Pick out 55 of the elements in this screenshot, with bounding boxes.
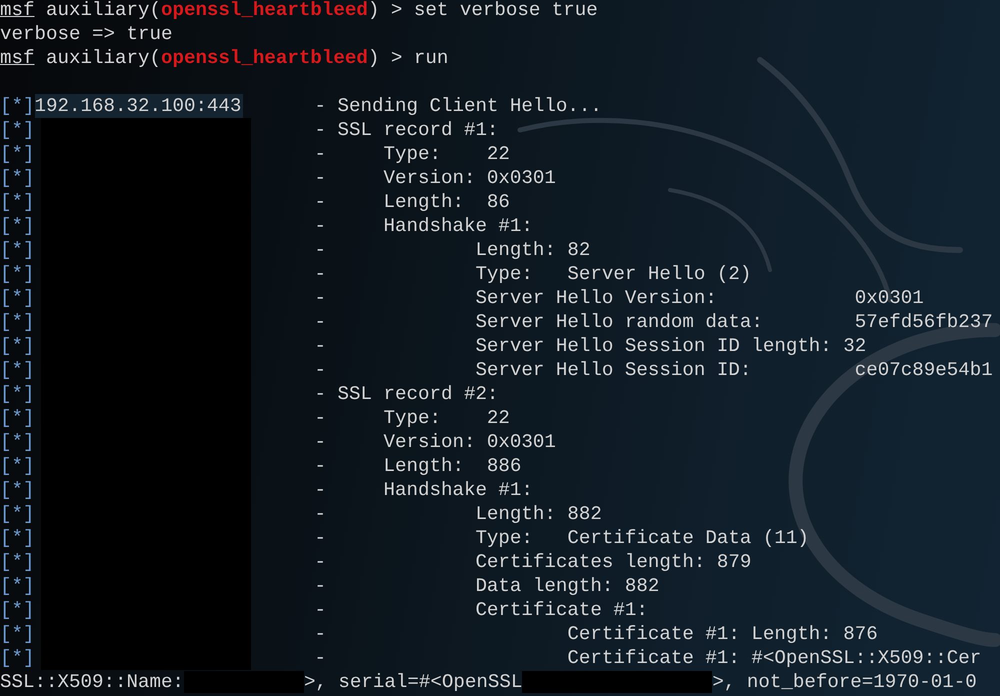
log-message: - Certificate #1: Length: 876 (314, 622, 878, 646)
log-message: - Length: 886 (314, 454, 522, 478)
log-message: - Type: Server Hello (2) (314, 262, 752, 286)
status-marker: [*] (0, 262, 34, 286)
log-message: - Certificate #1: #<OpenSSL::X509::Cer (314, 646, 982, 670)
status-marker: [*] (0, 622, 34, 646)
status-marker: [*] (0, 118, 34, 142)
host-address: 192.168.32.100:443 (34, 94, 244, 118)
status-marker: [*] (0, 574, 34, 598)
status-marker: [*] (0, 142, 34, 166)
prompt-line: msf auxiliary(openssl_heartbleed) > run (0, 46, 448, 70)
status-marker: [*] (0, 550, 34, 574)
log-message: - Server Hello random data: 57efd56fb237 (314, 310, 993, 334)
status-marker: [*] (0, 310, 34, 334)
prompt-line: msf auxiliary(openssl_heartbleed) > set verbose true (0, 0, 598, 22)
output-text: SSL::X509::Name: (0, 670, 184, 694)
log-message: - Handshake #1: (314, 478, 533, 502)
log-message: - Certificates length: 879 (314, 550, 752, 574)
log-message: - Length: 882 (314, 502, 602, 526)
status-marker: [*] (0, 214, 34, 238)
status-marker: [*] (0, 598, 34, 622)
status-marker: [*] (0, 430, 34, 454)
log-message: - Type: 22 (314, 142, 510, 166)
status-marker: [*] (0, 406, 34, 430)
log-message: - Sending Client Hello... (314, 94, 602, 118)
log-message: - Version: 0x0301 (314, 430, 556, 454)
log-message: - Length: 82 (314, 238, 590, 262)
status-marker: [*] (0, 526, 34, 550)
log-message: - SSL record #2: (314, 382, 498, 406)
log-message: - Length: 86 (314, 190, 510, 214)
status-marker: [*] (0, 646, 34, 670)
log-message: - Data length: 882 (314, 574, 660, 598)
status-marker: [*] (0, 334, 34, 358)
output-text: >, not_before=1970-01-0 (712, 670, 977, 694)
log-message: - SSL record #1: (314, 118, 498, 142)
log-message: - Type: 22 (314, 406, 510, 430)
status-marker: [*] (0, 358, 34, 382)
status-marker: [*] (0, 166, 34, 190)
log-message: - Type: Certificate Data (11) (314, 526, 809, 550)
log-message: - Version: 0x0301 (314, 166, 556, 190)
log-message: - Server Hello Version: 0x0301 (314, 286, 924, 310)
status-marker: [*] (0, 454, 34, 478)
status-marker: [*] (0, 286, 34, 310)
log-message: - Certificate #1: (314, 598, 648, 622)
log-message: - Handshake #1: (314, 214, 533, 238)
log-message: - Server Hello Session ID length: 32 (314, 334, 866, 358)
output-text: >, serial=#<OpenSSL (304, 670, 522, 694)
status-marker: [*] (0, 238, 34, 262)
status-marker: [*] (0, 502, 34, 526)
status-marker: [*] (0, 190, 34, 214)
log-message: - Server Hello Session ID: ce07c89e54b1 (314, 358, 993, 382)
status-marker: [*] (0, 94, 34, 118)
status-marker: [*] (0, 382, 34, 406)
status-marker: [*] (0, 478, 34, 502)
output-line: verbose => true (0, 22, 172, 46)
